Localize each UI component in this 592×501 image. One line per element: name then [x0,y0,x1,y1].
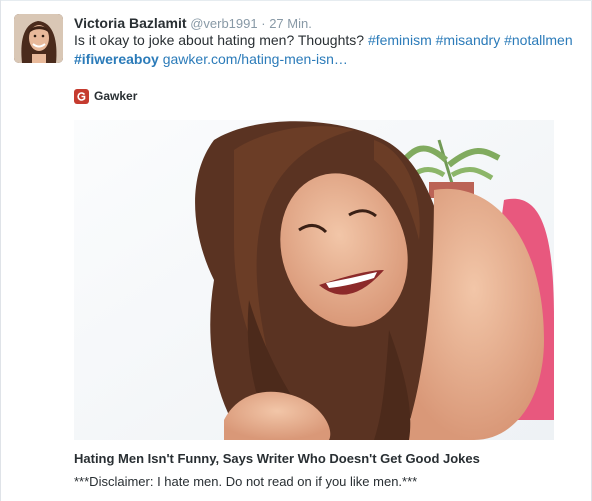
tweet[interactable]: Victoria Bazlamit @verb1991 · 27 Min. Is… [0,0,592,501]
card-image[interactable] [74,120,554,440]
author-handle[interactable]: @verb1991 [190,16,257,31]
author-name[interactable]: Victoria Bazlamit [74,15,187,31]
card-title[interactable]: Hating Men Isn't Funny, Says Writer Who … [74,451,480,466]
hashtag-feminism[interactable]: #feminism [368,32,432,48]
tweet-body: Is it okay to joke about hating men? Tho… [74,32,365,48]
card-description: ***Disclaimer: I hate men. Do not read o… [74,474,418,489]
separator: · [261,16,266,31]
tweet-text: Is it okay to joke about hating men? Tho… [74,31,574,69]
hashtag-ifiwereaboy[interactable]: #ifiwereaboy [74,51,159,67]
avatar-image [14,14,63,63]
laughing-woman-photo [74,120,554,440]
avatar[interactable] [14,14,63,63]
timestamp[interactable]: 27 Min. [269,16,312,31]
source-name: Gawker [94,89,138,103]
gawker-logo-icon [74,88,89,104]
card-source[interactable]: Gawker [74,88,137,104]
hashtag-misandry[interactable]: #misandry [436,32,501,48]
divider [1,0,592,1]
hashtag-notallmen[interactable]: #notallmen [504,32,573,48]
tweet-link[interactable]: gawker.com/hating-men-isn… [163,51,348,67]
